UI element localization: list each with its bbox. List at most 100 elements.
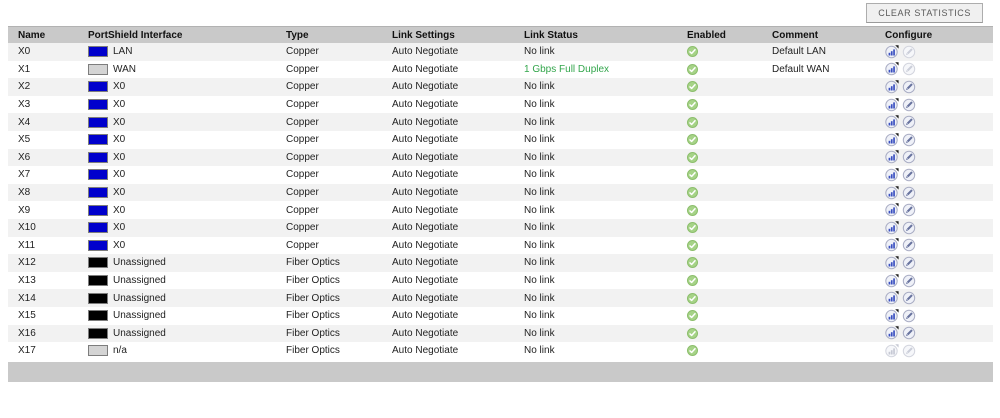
edit-pencil-icon[interactable] (902, 80, 916, 94)
statistics-bar-chart-icon[interactable] (885, 80, 899, 94)
edit-pencil-icon[interactable] (902, 98, 916, 112)
column-header-comment: Comment (772, 29, 819, 41)
port-type: Copper (286, 81, 319, 93)
edit-pencil-icon[interactable] (902, 291, 916, 305)
table-row: X4 X0 Copper Auto Negotiate No link (8, 113, 993, 131)
statistics-bar-chart-icon[interactable] (885, 203, 899, 217)
link-status: No link (524, 46, 555, 58)
portshield-label: X0 (113, 151, 126, 163)
link-settings: Auto Negotiate (392, 310, 459, 322)
link-settings: Auto Negotiate (392, 187, 459, 199)
column-header-name: Name (18, 29, 46, 41)
statistics-bar-chart-icon[interactable] (885, 308, 899, 323)
port-name: X7 (18, 169, 31, 181)
statistics-bar-chart-icon[interactable] (885, 44, 899, 59)
comment (762, 96, 875, 114)
table-row: X14 Unassigned Fiber Optics Auto Negotia… (8, 289, 993, 307)
comment: Default WAN (772, 63, 830, 75)
edit-pencil-icon[interactable] (902, 274, 916, 288)
statistics-bar-chart-icon[interactable] (885, 132, 899, 147)
enabled-check-circle-icon (687, 275, 698, 287)
port-type: Copper (286, 116, 319, 128)
port-name: X14 (18, 292, 36, 304)
edit-pencil-icon[interactable] (902, 168, 916, 182)
portshield-color-swatch (88, 222, 108, 234)
portshield-color-swatch (88, 116, 108, 128)
statistics-bar-chart-icon[interactable] (885, 62, 899, 76)
portshield-label: Unassigned (113, 257, 166, 269)
edit-pencil-icon[interactable] (902, 326, 916, 340)
table-row: X12 Unassigned Fiber Optics Auto Negotia… (8, 254, 993, 272)
statistics-bar-chart-icon[interactable] (885, 344, 899, 358)
edit-pencil-icon[interactable] (902, 221, 916, 235)
link-settings: Auto Negotiate (392, 169, 459, 181)
port-type: Fiber Optics (286, 275, 340, 287)
comment (762, 307, 875, 325)
portshield-color-swatch (88, 310, 108, 322)
edit-pencil-icon[interactable] (902, 238, 916, 252)
port-type: Copper (286, 239, 319, 251)
table-footer-bar (8, 362, 993, 382)
port-type: Copper (286, 46, 319, 58)
table-row: X9 X0 Copper Auto Negotiate No link (8, 201, 993, 219)
statistics-bar-chart-icon[interactable] (885, 238, 899, 252)
edit-pencil-icon[interactable] (902, 309, 916, 323)
statistics-bar-chart-icon[interactable] (885, 168, 899, 182)
statistics-bar-chart-icon[interactable] (885, 291, 899, 305)
port-name: X4 (18, 116, 31, 128)
link-settings: Auto Negotiate (392, 239, 459, 251)
statistics-bar-chart-icon[interactable] (885, 273, 899, 288)
edit-pencil-icon[interactable] (902, 186, 916, 200)
statistics-bar-chart-icon[interactable] (885, 185, 899, 200)
link-status: No link (524, 134, 555, 146)
edit-pencil-icon[interactable] (902, 150, 916, 164)
portshield-color-swatch (88, 187, 108, 199)
link-status: No link (524, 204, 555, 216)
comment (762, 219, 875, 237)
portshield-color-swatch (88, 99, 108, 111)
port-type: Fiber Optics (286, 257, 340, 269)
statistics-bar-chart-icon[interactable] (885, 220, 899, 235)
port-type: Fiber Optics (286, 310, 340, 322)
table-row: X0 LAN Copper Auto Negotiate No link Def… (8, 43, 993, 61)
column-header-configure: Configure (885, 29, 933, 41)
portshield-label: Unassigned (113, 327, 166, 339)
link-status: No link (524, 116, 555, 128)
port-type: Copper (286, 204, 319, 216)
portshield-color-swatch (88, 239, 108, 251)
table-body: X0 LAN Copper Auto Negotiate No link Def… (8, 43, 993, 360)
edit-pencil-icon[interactable] (902, 115, 916, 129)
enabled-check-circle-icon (687, 345, 698, 357)
statistics-bar-chart-icon[interactable] (885, 97, 899, 112)
comment (762, 113, 875, 131)
comment (762, 272, 875, 290)
portshield-color-swatch (88, 81, 108, 93)
enabled-check-circle-icon (687, 63, 698, 75)
enabled-check-circle-icon (687, 257, 698, 269)
statistics-bar-chart-icon[interactable] (885, 256, 899, 270)
port-type: Copper (286, 151, 319, 163)
statistics-bar-chart-icon[interactable] (885, 326, 899, 340)
statistics-bar-chart-icon[interactable] (885, 150, 899, 164)
column-header-link-status: Link Status (524, 29, 578, 41)
enabled-check-circle-icon (687, 310, 698, 322)
link-status: 1 Gbps Full Duplex (524, 63, 610, 75)
edit-pencil-icon[interactable] (902, 256, 916, 270)
enabled-check-circle-icon (687, 134, 698, 146)
port-name: X15 (18, 310, 36, 322)
column-header-portshield: PortShield Interface (88, 29, 183, 41)
edit-pencil-icon[interactable] (902, 133, 916, 147)
port-name: X17 (18, 345, 36, 357)
clear-statistics-button[interactable]: CLEAR STATISTICS (866, 3, 983, 23)
link-settings: Auto Negotiate (392, 134, 459, 146)
portshield-color-swatch (88, 275, 108, 287)
statistics-bar-chart-icon[interactable] (885, 115, 899, 129)
portshield-label: Unassigned (113, 292, 166, 304)
comment (762, 131, 875, 149)
edit-pencil-icon[interactable] (902, 344, 916, 358)
port-type: Copper (286, 134, 319, 146)
edit-pencil-icon[interactable] (902, 203, 916, 217)
portshield-label: X0 (113, 239, 126, 251)
edit-pencil-icon[interactable] (902, 62, 916, 76)
edit-pencil-icon[interactable] (902, 45, 916, 59)
